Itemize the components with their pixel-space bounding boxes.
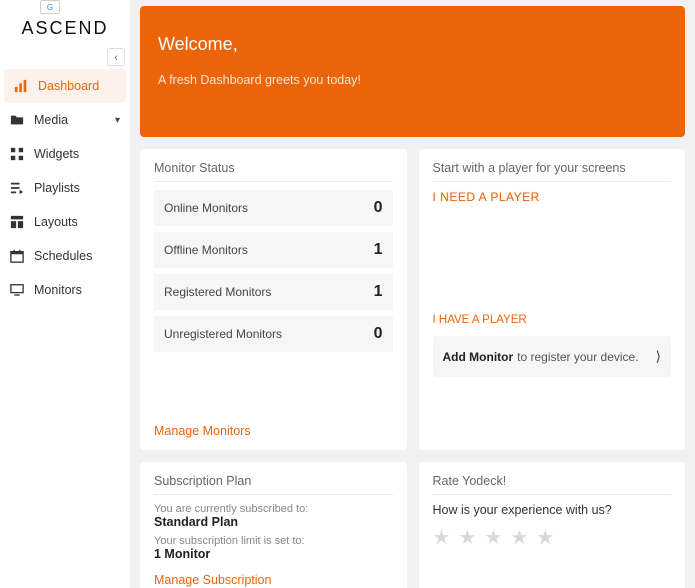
card-title: Subscription Plan [154,474,393,495]
have-player-label: I HAVE A PLAYER [433,314,672,326]
monitor-row-offline: Offline Monitors 1 [154,232,393,268]
rating-card: Rate Yodeck! How is your experience with… [419,462,686,588]
sidebar-item-label: Schedules [34,249,92,263]
sidebar-item-dashboard[interactable]: Dashboard [4,69,126,103]
subscription-line2: Your subscription limit is set to: [154,535,393,547]
subscription-line1: You are currently subscribed to: [154,503,393,515]
start-player-card: Start with a player for your screens I N… [419,149,686,450]
subscription-limit: 1 Monitor [154,547,393,561]
sidebar-item-label: Dashboard [38,79,99,93]
translate-badge-icon: G [40,0,60,14]
card-title: Monitor Status [154,161,393,182]
monitor-row-unregistered: Unregistered Monitors 0 [154,316,393,352]
widgets-icon [10,147,24,161]
manage-subscription-link[interactable]: Manage Subscription [154,573,271,587]
sidebar-nav: Dashboard Media ▾ Widgets Playlists [0,69,130,307]
add-monitor-bold: Add Monitor [443,350,514,364]
star-3[interactable]: ★ [484,525,502,550]
subscription-plan: Standard Plan [154,515,393,529]
sidebar-item-label: Playlists [34,181,80,195]
add-monitor-row[interactable]: Add Monitor to register your device. ⟩ [433,336,672,377]
layouts-icon [10,215,24,229]
card-title: Rate Yodeck! [433,474,672,495]
star-5[interactable]: ★ [536,525,554,550]
folder-icon [10,113,24,127]
sidebar: G ASCEND ‹ Dashboard Media ▾ [0,0,130,588]
sidebar-item-media[interactable]: Media ▾ [0,103,130,137]
chevron-down-icon: ▾ [115,115,120,126]
sidebar-item-layouts[interactable]: Layouts [0,205,130,239]
sidebar-item-playlists[interactable]: Playlists [0,171,130,205]
star-4[interactable]: ★ [510,525,528,550]
arrow-right-icon: ⟩ [656,348,661,365]
main-content: Welcome, A fresh Dashboard greets you to… [130,0,695,588]
add-monitor-text: to register your device. [517,350,638,364]
sidebar-item-schedules[interactable]: Schedules [0,239,130,273]
star-1[interactable]: ★ [433,525,451,550]
card-title: Start with a player for your screens [433,161,672,182]
sidebar-item-widgets[interactable]: Widgets [0,137,130,171]
welcome-banner: Welcome, A fresh Dashboard greets you to… [140,6,685,137]
sidebar-item-label: Monitors [34,283,82,297]
sidebar-item-monitors[interactable]: Monitors [0,273,130,307]
monitor-row-online: Online Monitors 0 [154,190,393,226]
need-player-link[interactable]: I NEED A PLAYER [433,190,672,204]
logo-area: G ASCEND ‹ [0,0,130,51]
sidebar-item-label: Media [34,113,68,127]
row-label: Online Monitors [164,201,248,215]
playlist-icon [10,181,24,195]
row-label: Offline Monitors [164,243,248,257]
manage-monitors-link[interactable]: Manage Monitors [154,424,251,438]
monitor-row-registered: Registered Monitors 1 [154,274,393,310]
sidebar-item-label: Widgets [34,147,79,161]
row-value: 1 [374,241,383,259]
welcome-subtitle: A fresh Dashboard greets you today! [158,73,667,87]
row-label: Registered Monitors [164,285,271,299]
chevron-left-icon: ‹ [114,52,117,63]
rating-question: How is your experience with us? [433,503,672,517]
row-value: 0 [374,199,383,217]
star-2[interactable]: ★ [458,525,476,550]
row-value: 0 [374,325,383,343]
rating-stars: ★ ★ ★ ★ ★ [433,525,672,550]
welcome-title: Welcome, [158,34,667,55]
dashboard-icon [14,79,28,93]
sidebar-collapse-toggle[interactable]: ‹ [107,48,125,66]
calendar-icon [10,249,24,263]
monitor-status-card: Monitor Status Online Monitors 0 Offline… [140,149,407,450]
sidebar-item-label: Layouts [34,215,78,229]
monitor-icon [10,283,24,297]
brand-logo: ASCEND [8,18,122,39]
subscription-card: Subscription Plan You are currently subs… [140,462,407,588]
row-value: 1 [374,283,383,301]
row-label: Unregistered Monitors [164,327,282,341]
